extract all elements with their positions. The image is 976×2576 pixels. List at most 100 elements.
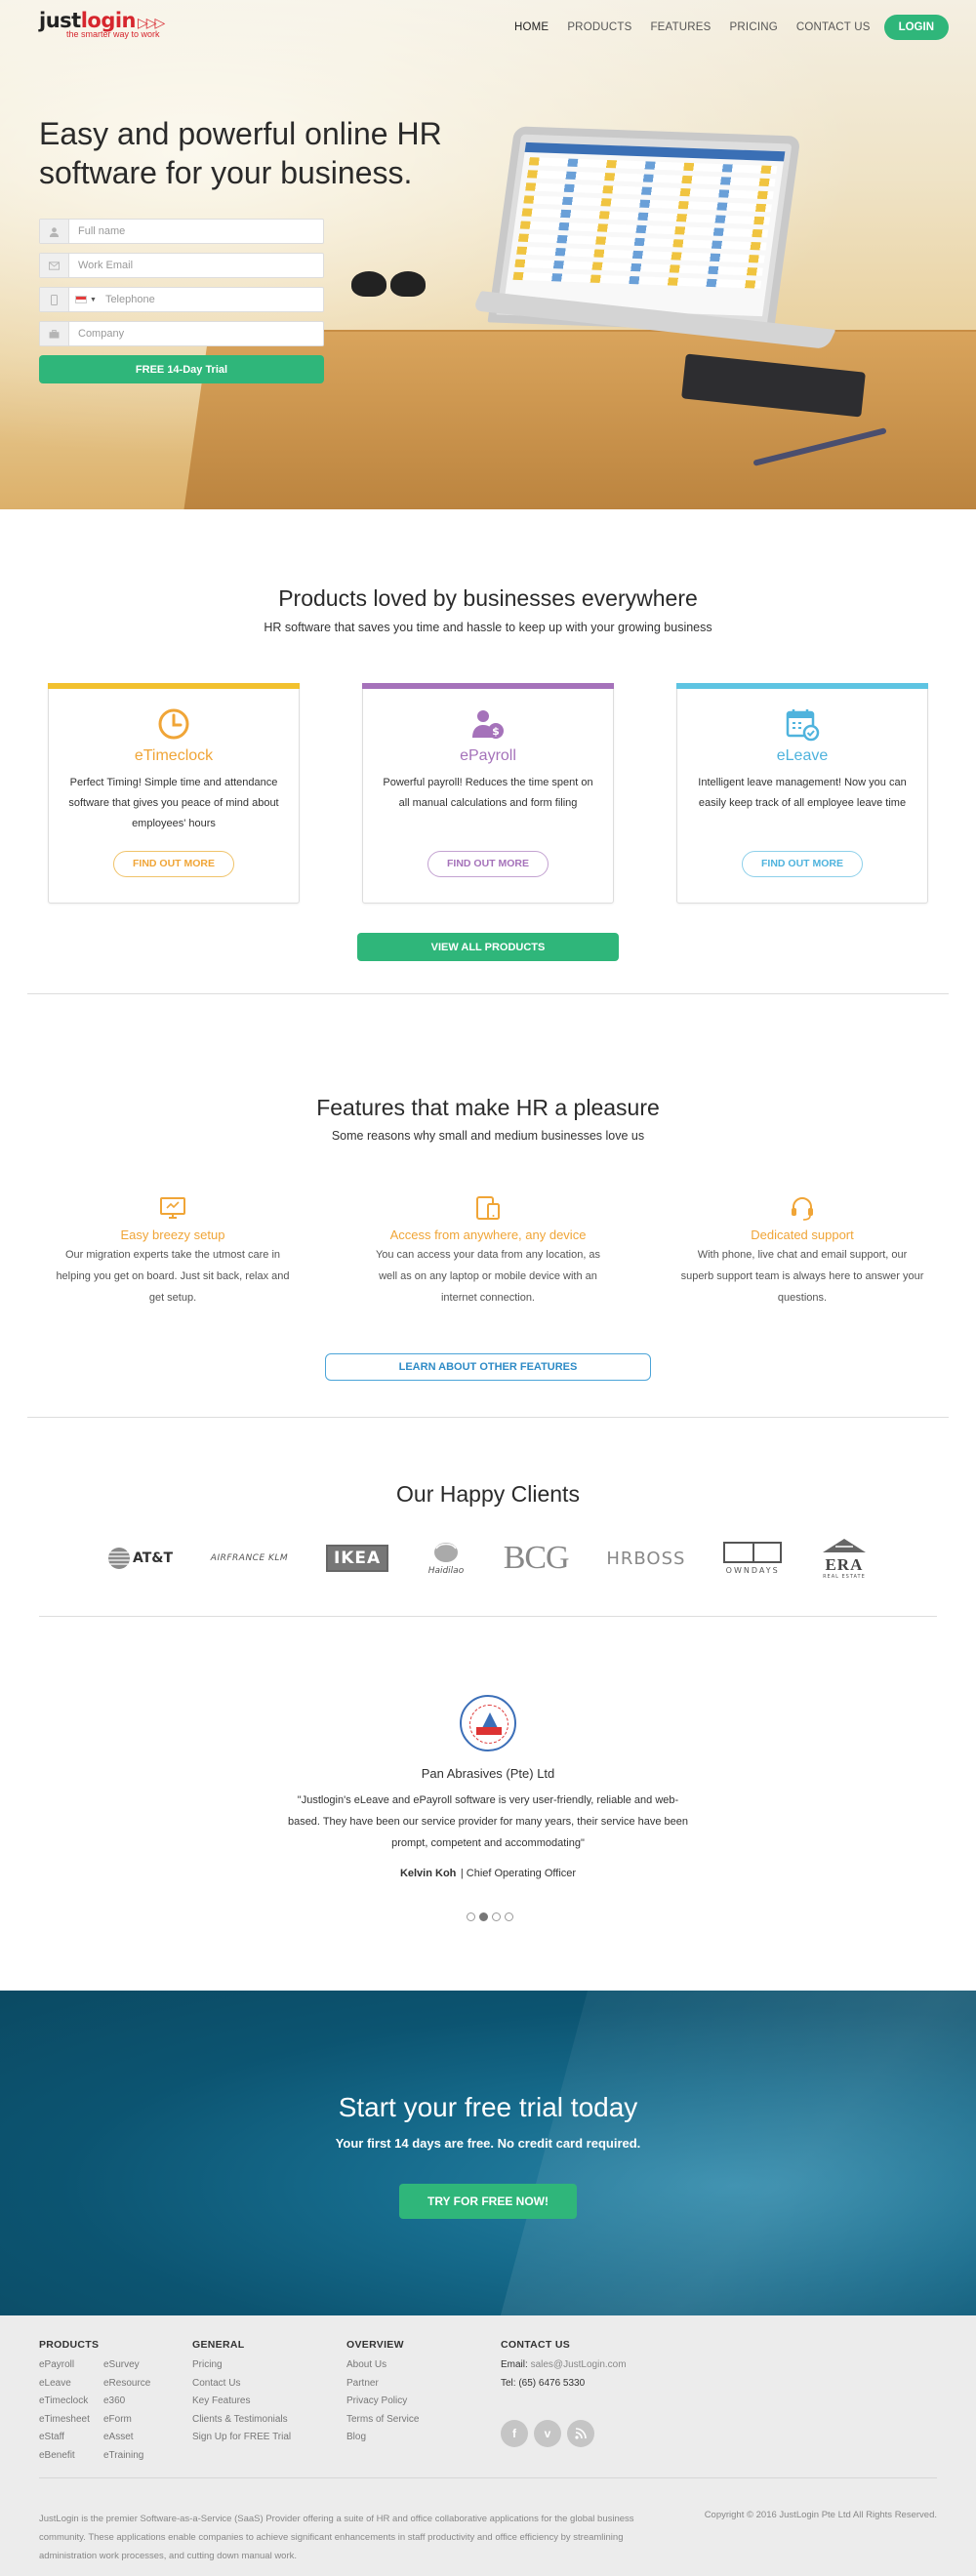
fullname-field[interactable]: Full name	[39, 219, 324, 244]
nav-features[interactable]: FEATURES	[650, 21, 711, 33]
footer-link[interactable]: eBenefit	[39, 2447, 103, 2466]
free-trial-button[interactable]: FREE 14-Day Trial	[39, 355, 324, 383]
product-desc: Powerful payroll! Reduces the time spent…	[383, 777, 593, 809]
footer-link[interactable]: Pricing	[192, 2356, 291, 2375]
footer-copyright: Copyright © 2016 JustLogin Pte Ltd All R…	[704, 2510, 937, 2520]
product-desc: Perfect Timing! Simple time and attendan…	[68, 777, 279, 829]
carousel-dot[interactable]	[467, 1912, 475, 1921]
footer-link[interactable]: eResource	[103, 2375, 150, 2394]
footer-link[interactable]: Partner	[346, 2375, 419, 2394]
footer-link[interactable]: Key Features	[192, 2393, 291, 2411]
cta-title: Start your free trial today	[338, 2092, 638, 2122]
nav-pricing[interactable]: PRICING	[730, 21, 778, 33]
footer-link[interactable]: Blog	[346, 2429, 419, 2447]
hrboss-logo: HRBOSS	[606, 1548, 686, 1569]
pan-abrasives-logo	[460, 1695, 516, 1751]
carousel-dot[interactable]	[492, 1912, 501, 1921]
footer-link[interactable]: eSurvey	[103, 2356, 150, 2375]
footer-link[interactable]: About Us	[346, 2356, 419, 2375]
footer-link[interactable]: Sign Up for FREE Trial	[192, 2429, 291, 2447]
rss-icon[interactable]	[567, 2420, 594, 2447]
cta-shine	[491, 1991, 976, 2315]
trial-form: Full name Work Email ▼ Telephone Company…	[39, 219, 324, 383]
country-dropdown-icon[interactable]: ▼	[90, 297, 97, 303]
footer-link[interactable]: e360	[103, 2393, 150, 2411]
features-title: Features that make HR a pleasure	[316, 1095, 660, 1120]
features-subheading: Some reasons why small and medium busine…	[0, 1129, 976, 1143]
headset-icon	[789, 1194, 816, 1222]
ikea-logo: IKEA	[325, 1545, 389, 1572]
product-name: eLeave	[776, 747, 829, 764]
footer-link[interactable]: eTimesheet	[39, 2411, 103, 2430]
footer-link[interactable]: Contact Us	[192, 2375, 291, 2394]
singapore-flag-icon[interactable]	[75, 296, 87, 303]
footer-products: PRODUCTS ePayroll eLeave eTimeclock eTim…	[39, 2339, 150, 2465]
sunglasses-image	[351, 271, 429, 310]
email-field[interactable]: Work Email	[39, 253, 324, 278]
footer-general-head: GENERAL	[192, 2339, 245, 2351]
footer-general: GENERAL Pricing Contact Us Key Features …	[192, 2339, 291, 2447]
footer-email-link[interactable]: sales@JustLogin.com	[531, 2359, 627, 2370]
envelope-icon	[40, 254, 69, 277]
cta-banner: Start your free trial today Your first 1…	[0, 1991, 976, 2315]
learn-features-button[interactable]: LEARN ABOUT OTHER FEATURES	[325, 1353, 651, 1381]
features-heading: Features that make HR a pleasure	[0, 1095, 976, 1121]
era-logo-subtext: REAL ESTATE	[823, 1574, 866, 1580]
footer-contact: CONTACT US Email: sales@JustLogin.com Te…	[501, 2339, 627, 2393]
top-nav: justlogin ▷▷▷ the smarter way to work HOM…	[0, 0, 976, 55]
products-heading: Products loved by businesses everywhere	[0, 585, 976, 612]
ikea-logo-text: IKEA	[333, 1549, 382, 1568]
footer-divider	[39, 2477, 937, 2478]
testimonial-role: | Chief Operating Officer	[460, 1868, 577, 1879]
footer-link[interactable]: eTraining	[103, 2447, 150, 2466]
pan-abrasives-logo-band	[476, 1727, 502, 1735]
carousel-dot[interactable]	[505, 1912, 513, 1921]
email-placeholder: Work Email	[78, 260, 134, 271]
airfrance-klm-logo: AIRFRANCE KLM	[210, 1553, 289, 1563]
testimonial-author-row: Kelvin Koh | Chief Operating Officer	[0, 1864, 976, 1881]
telephone-field[interactable]: ▼ Telephone	[39, 287, 324, 312]
vimeo-icon[interactable]: v	[534, 2420, 561, 2447]
footer-link[interactable]: eStaff	[39, 2429, 103, 2447]
testimonial-company-row: Pan Abrasives (Pte) Ltd	[0, 1766, 976, 1781]
product-desc: Intelligent leave management! Now you ca…	[698, 777, 907, 809]
facebook-icon[interactable]: f	[501, 2420, 528, 2447]
footer-link[interactable]: Privacy Policy	[346, 2393, 419, 2411]
footer-email-row: Email: sales@JustLogin.com	[501, 2356, 627, 2375]
logo-tagline: the smarter way to work	[66, 29, 160, 39]
carousel-dot-active[interactable]	[479, 1912, 488, 1921]
footer-link[interactable]: eLeave	[39, 2375, 103, 2394]
find-out-more-button[interactable]: FIND OUT MORE	[113, 851, 234, 877]
calendar-check-icon	[785, 706, 820, 742]
carousel-dots	[467, 1912, 517, 1921]
company-field[interactable]: Company	[39, 321, 324, 346]
justlogin-logo[interactable]: justlogin ▷▷▷ the smarter way to work	[39, 9, 165, 39]
find-out-more-button[interactable]: FIND OUT MORE	[742, 851, 863, 877]
bcg-logo: BCG	[503, 1540, 570, 1576]
footer-link[interactable]: ePayroll	[39, 2356, 103, 2375]
footer-overview: OVERVIEW About Us Partner Privacy Policy…	[346, 2339, 419, 2447]
login-button[interactable]: LOGIN	[883, 15, 949, 40]
footer-link[interactable]: Terms of Service	[346, 2411, 419, 2430]
social-links: f v	[501, 2420, 600, 2447]
footer-link[interactable]: eAsset	[103, 2429, 150, 2447]
telephone-placeholder: Telephone	[104, 294, 155, 305]
footer-link[interactable]: eTimeclock	[39, 2393, 103, 2411]
svg-text:$: $	[492, 725, 500, 738]
try-free-button[interactable]: TRY FOR FREE NOW!	[399, 2184, 577, 2219]
nav-contact-us[interactable]: CONTACT US	[796, 21, 871, 33]
view-all-products-button[interactable]: VIEW ALL PRODUCTS	[357, 933, 619, 961]
fullname-placeholder: Full name	[78, 225, 126, 237]
nav-home[interactable]: HOME	[514, 21, 549, 33]
section-divider	[27, 1417, 949, 1418]
footer-link[interactable]: Clients & Testimonials	[192, 2411, 291, 2430]
logo-arrows-icon: ▷▷▷	[138, 15, 165, 30]
clients-title: Our Happy Clients	[396, 1481, 580, 1507]
find-out-more-button[interactable]: FIND OUT MORE	[427, 851, 549, 877]
era-logo: ERA REAL ESTATE	[820, 1537, 869, 1580]
nav-products[interactable]: PRODUCTS	[567, 21, 631, 33]
testimonial-author: Kelvin Koh	[399, 1868, 457, 1879]
footer-contact-head: CONTACT US	[501, 2339, 571, 2351]
footer-link[interactable]: eForm	[103, 2411, 150, 2430]
clients-heading: Our Happy Clients	[0, 1481, 976, 1508]
